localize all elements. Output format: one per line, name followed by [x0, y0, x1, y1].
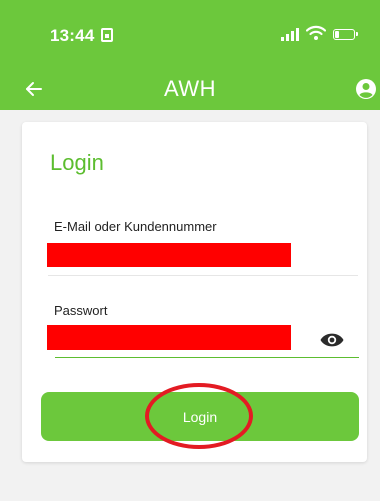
app-title: AWH	[163, 76, 216, 101]
status-time: 13:44	[50, 26, 95, 45]
sim-card-icon	[101, 28, 113, 42]
wifi-icon	[306, 25, 326, 40]
eye-icon[interactable]	[319, 330, 345, 350]
email-input[interactable]	[48, 240, 358, 276]
app-bar: AWH	[0, 68, 380, 110]
signal-icon	[281, 28, 299, 41]
password-label: Passwort	[54, 303, 108, 318]
login-card: Login E-Mail oder Kundennummer Passwort …	[22, 122, 367, 462]
account-circle-icon[interactable]	[354, 77, 378, 101]
email-label: E-Mail oder Kundennummer	[54, 219, 217, 234]
battery-icon	[333, 29, 358, 40]
status-bar: 13:44	[0, 0, 380, 68]
login-title: Login	[50, 150, 104, 175]
login-button[interactable]: Login	[41, 392, 359, 441]
password-input[interactable]	[55, 323, 359, 358]
